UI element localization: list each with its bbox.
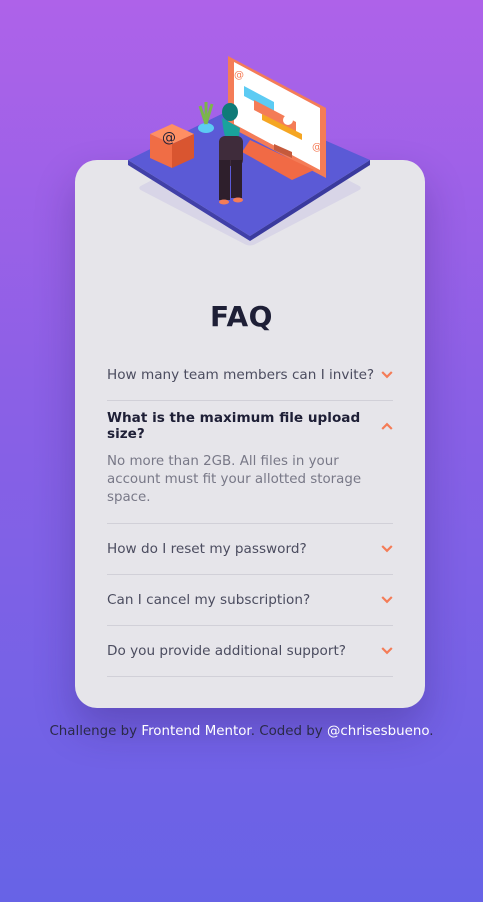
faq-accordion: How many team members can I invite? What…	[107, 350, 393, 677]
attribution-suffix: .	[429, 724, 434, 739]
faq-question-button[interactable]: Do you provide additional support?	[107, 626, 393, 676]
author-link[interactable]: @chrisesbueno	[327, 724, 429, 739]
faq-item: How do I reset my password?	[107, 524, 393, 575]
faq-question-button[interactable]: How do I reset my password?	[107, 524, 393, 574]
chevron-down-icon	[381, 647, 393, 655]
frontend-mentor-link[interactable]: Frontend Mentor	[141, 724, 250, 739]
faq-item: Do you provide additional support?	[107, 626, 393, 677]
chevron-down-icon	[381, 545, 393, 553]
faq-answer-text: No more than 2GB. All files in your acco…	[107, 454, 362, 505]
faq-question-text: How many team members can I invite?	[107, 367, 375, 383]
attribution-middle: . Coded by	[250, 724, 323, 739]
faq-question-text: Can I cancel my subscription?	[107, 592, 311, 608]
faq-item: Can I cancel my subscription?	[107, 575, 393, 626]
chevron-down-icon	[381, 371, 393, 379]
attribution-prefix: Challenge by	[49, 724, 138, 739]
page: { "title": "FAQ", "items": [ { "question…	[0, 0, 483, 902]
faq-question-button[interactable]: What is the maximum file upload size?	[107, 401, 393, 451]
faq-item: How many team members can I invite?	[107, 350, 393, 401]
faq-item: What is the maximum file upload size? No…	[107, 401, 393, 524]
faq-question-text: How do I reset my password?	[107, 541, 307, 557]
woman-at-computer-illustration: @ @ @	[128, 56, 370, 241]
attribution: Challenge by Frontend Mentor. Coded by @…	[0, 724, 483, 739]
page-title: FAQ	[210, 300, 273, 333]
faq-question-button[interactable]: Can I cancel my subscription?	[107, 575, 393, 625]
faq-question-text: What is the maximum file upload size?	[107, 410, 361, 442]
svg-text:@: @	[162, 130, 176, 146]
faq-question-text: Do you provide additional support?	[107, 643, 347, 659]
svg-text:@: @	[234, 70, 244, 81]
svg-text:@: @	[312, 142, 322, 153]
chevron-up-icon	[381, 422, 393, 430]
faq-question-button[interactable]: How many team members can I invite?	[107, 350, 393, 400]
chevron-down-icon	[381, 596, 393, 604]
